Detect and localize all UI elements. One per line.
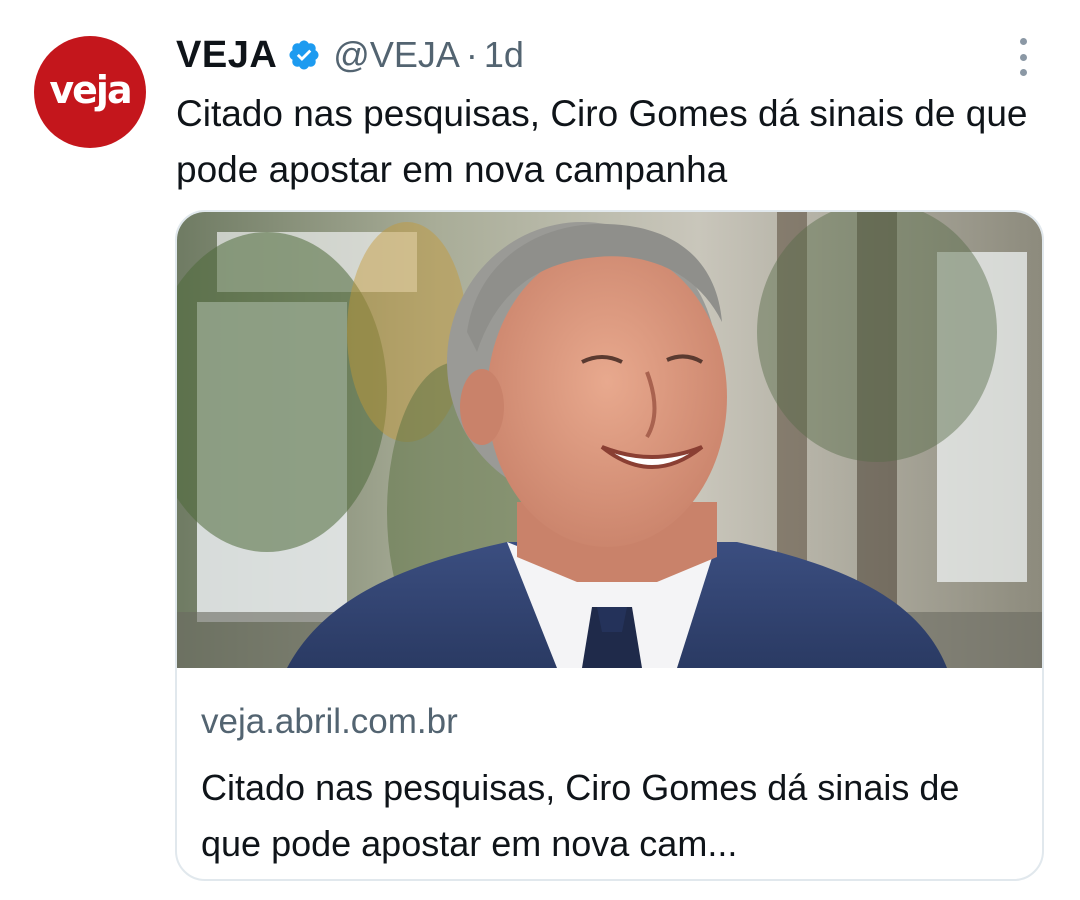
separator-dot: ·	[465, 34, 478, 75]
author-name[interactable]: VEJA	[176, 34, 277, 77]
link-card[interactable]: veja.abril.com.br Citado nas pesquisas, …	[175, 210, 1044, 881]
tweet[interactable]: veja VEJA @VEJA · 1d Citado nas pesquisa…	[0, 0, 1080, 900]
tweet-timestamp[interactable]: 1d	[484, 34, 524, 76]
card-image[interactable]	[177, 212, 1044, 668]
verified-badge-icon	[287, 38, 321, 72]
avatar-logo-text: veja	[49, 68, 132, 112]
tweet-text: Citado nas pesquisas, Ciro Gomes dá sina…	[176, 93, 1028, 190]
author-avatar[interactable]: veja	[34, 36, 146, 148]
author-handle[interactable]: @VEJA	[333, 34, 460, 76]
tweet-header: VEJA @VEJA · 1d	[176, 28, 524, 82]
card-title[interactable]: Citado nas pesquisas, Ciro Gomes dá sina…	[201, 760, 1021, 872]
card-domain[interactable]: veja.abril.com.br	[201, 702, 458, 742]
more-options-icon[interactable]	[1008, 38, 1038, 76]
